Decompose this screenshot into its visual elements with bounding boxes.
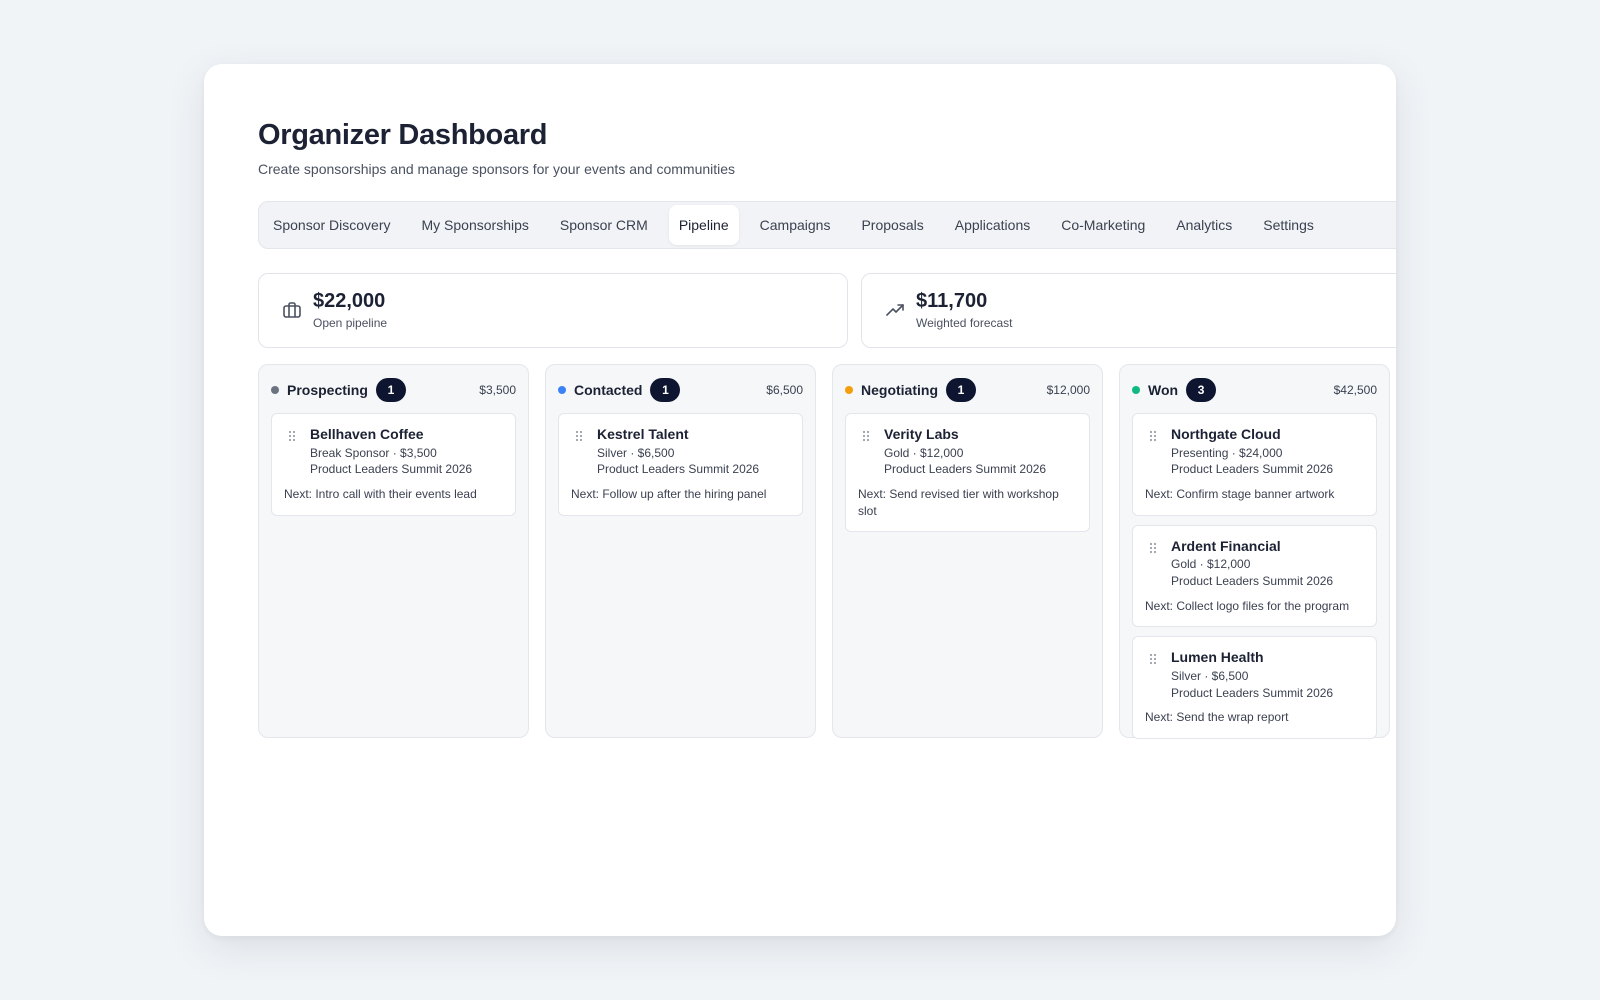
deal-card[interactable]: Ardent Financial Gold · $12,000 Product … [1132,524,1377,628]
sponsor-tier: Gold · $12,000 [1171,557,1251,572]
stat-label: Weighted forecast [916,316,1013,331]
column-header: Contacted 1 $6,500 [558,377,803,403]
sponsor-name: Lumen Health [1171,649,1264,666]
sponsor-name: Verity Labs [884,425,959,442]
deal-card[interactable]: Bellhaven Coffee Break Sponsor · $3,500 … [271,412,516,516]
event-name: Product Leaders Summit 2026 [1171,462,1334,477]
status-dot [558,385,566,394]
drag-handle-icon[interactable] [1149,429,1159,478]
column-won: Won 3 $42,500 Northgate Cloud Presenting… [1119,363,1390,740]
drag-handle-icon[interactable] [1149,541,1159,590]
tab-sponsor-crm[interactable]: Sponsor CRM [550,205,658,245]
deal-card[interactable]: Kestrel Talent Silver · $6,500 Product L… [558,412,803,516]
tab-sponsor-discovery[interactable]: Sponsor Discovery [263,205,401,245]
briefcase-icon [281,299,303,321]
drag-handle-icon[interactable] [862,429,872,478]
tab-applications[interactable]: Applications [945,205,1041,245]
tab-my-sponsorships[interactable]: My Sponsorships [412,205,539,245]
deal-card[interactable]: Verity Labs Gold · $12,000 Product Leade… [845,412,1090,533]
next-step: Next: Send revised tier with workshop sl… [858,486,1059,518]
stat-value: $11,700 [916,290,988,313]
column-title: Prospecting [287,381,368,398]
count-badge: 3 [1186,377,1217,402]
sponsor-tier: Break Sponsor · $3,500 [310,445,437,460]
next-step: Next: Follow up after the hiring panel [571,486,767,501]
stat-card-weighted-forecast: $11,700 Weighted forecast [861,272,1396,348]
tab-analytics[interactable]: Analytics [1166,205,1242,245]
column-total: $42,500 [1333,382,1377,397]
drag-handle-icon[interactable] [1149,652,1159,701]
column-total: $12,000 [1046,382,1090,397]
next-step: Next: Intro call with their events lead [284,486,477,501]
tab-bar: Sponsor Discovery My Sponsorships Sponso… [258,200,1396,249]
sponsor-name: Northgate Cloud [1171,425,1281,442]
tab-pipeline[interactable]: Pipeline [668,204,739,245]
pipeline-board: Prospecting 1 $3,500 Bellhaven Coffee Br… [258,363,1396,740]
stat-label: Open pipeline [313,316,388,331]
tab-proposals[interactable]: Proposals [851,205,933,245]
event-name: Product Leaders Summit 2026 [310,462,473,477]
column-total: $3,500 [479,382,516,397]
next-step: Next: Send the wrap report [1145,710,1289,725]
count-badge: 1 [650,377,681,402]
event-name: Product Leaders Summit 2026 [884,462,1047,477]
column-negotiating: Negotiating 1 $12,000 Verity Labs Gold ·… [832,363,1103,738]
stat-card-open-pipeline: $22,000 Open pipeline [258,272,848,348]
event-name: Product Leaders Summit 2026 [597,462,760,477]
sponsor-name: Ardent Financial [1171,537,1281,554]
column-contacted: Contacted 1 $6,500 Kestrel Talent Silver… [545,363,816,738]
tab-co-marketing[interactable]: Co-Marketing [1051,205,1155,245]
next-step: Next: Collect logo files for the program [1145,598,1350,613]
sponsor-tier: Presenting · $24,000 [1171,445,1283,460]
column-title: Won [1148,381,1179,398]
sponsor-name: Kestrel Talent [597,425,689,442]
deal-card[interactable]: Lumen Health Silver · $6,500 Product Lea… [1132,636,1377,740]
sponsor-tier: Silver · $6,500 [597,445,675,460]
stat-value: $22,000 [313,290,386,313]
app-window: Organizer Dashboard Create sponsorships … [204,64,1396,936]
count-badge: 1 [946,377,976,402]
drag-handle-icon[interactable] [575,429,585,478]
tab-campaigns[interactable]: Campaigns [750,205,841,245]
sponsor-tier: Silver · $6,500 [1171,669,1249,684]
column-header: Prospecting 1 $3,500 [271,377,516,403]
deal-card[interactable]: Northgate Cloud Presenting · $24,000 Pro… [1132,412,1377,516]
status-dot [845,385,853,394]
event-name: Product Leaders Summit 2026 [1171,573,1334,588]
count-badge: 1 [375,377,406,402]
drag-handle-icon[interactable] [288,429,298,478]
column-prospecting: Prospecting 1 $3,500 Bellhaven Coffee Br… [258,363,529,738]
status-dot [1132,385,1140,394]
sponsor-name: Bellhaven Coffee [310,425,424,442]
next-step: Next: Confirm stage banner artwork [1145,486,1335,501]
sponsor-tier: Gold · $12,000 [884,445,964,460]
event-name: Product Leaders Summit 2026 [1171,685,1334,700]
page-title: Organizer Dashboard [258,119,548,151]
column-total: $6,500 [766,382,803,397]
tab-settings[interactable]: Settings [1253,205,1324,245]
status-dot [271,385,279,394]
column-title: Contacted [574,381,643,398]
main-content: Organizer Dashboard Create sponsorships … [258,118,1396,740]
trending-up-icon [884,299,906,321]
column-title: Negotiating [861,381,938,398]
column-header: Won 3 $42,500 [1132,377,1377,403]
column-header: Negotiating 1 $12,000 [845,377,1090,403]
stats-row: $22,000 Open pipeline $11,700 Weighted f… [258,272,1396,348]
page-subtitle: Create sponsorships and manage sponsors … [258,160,736,177]
